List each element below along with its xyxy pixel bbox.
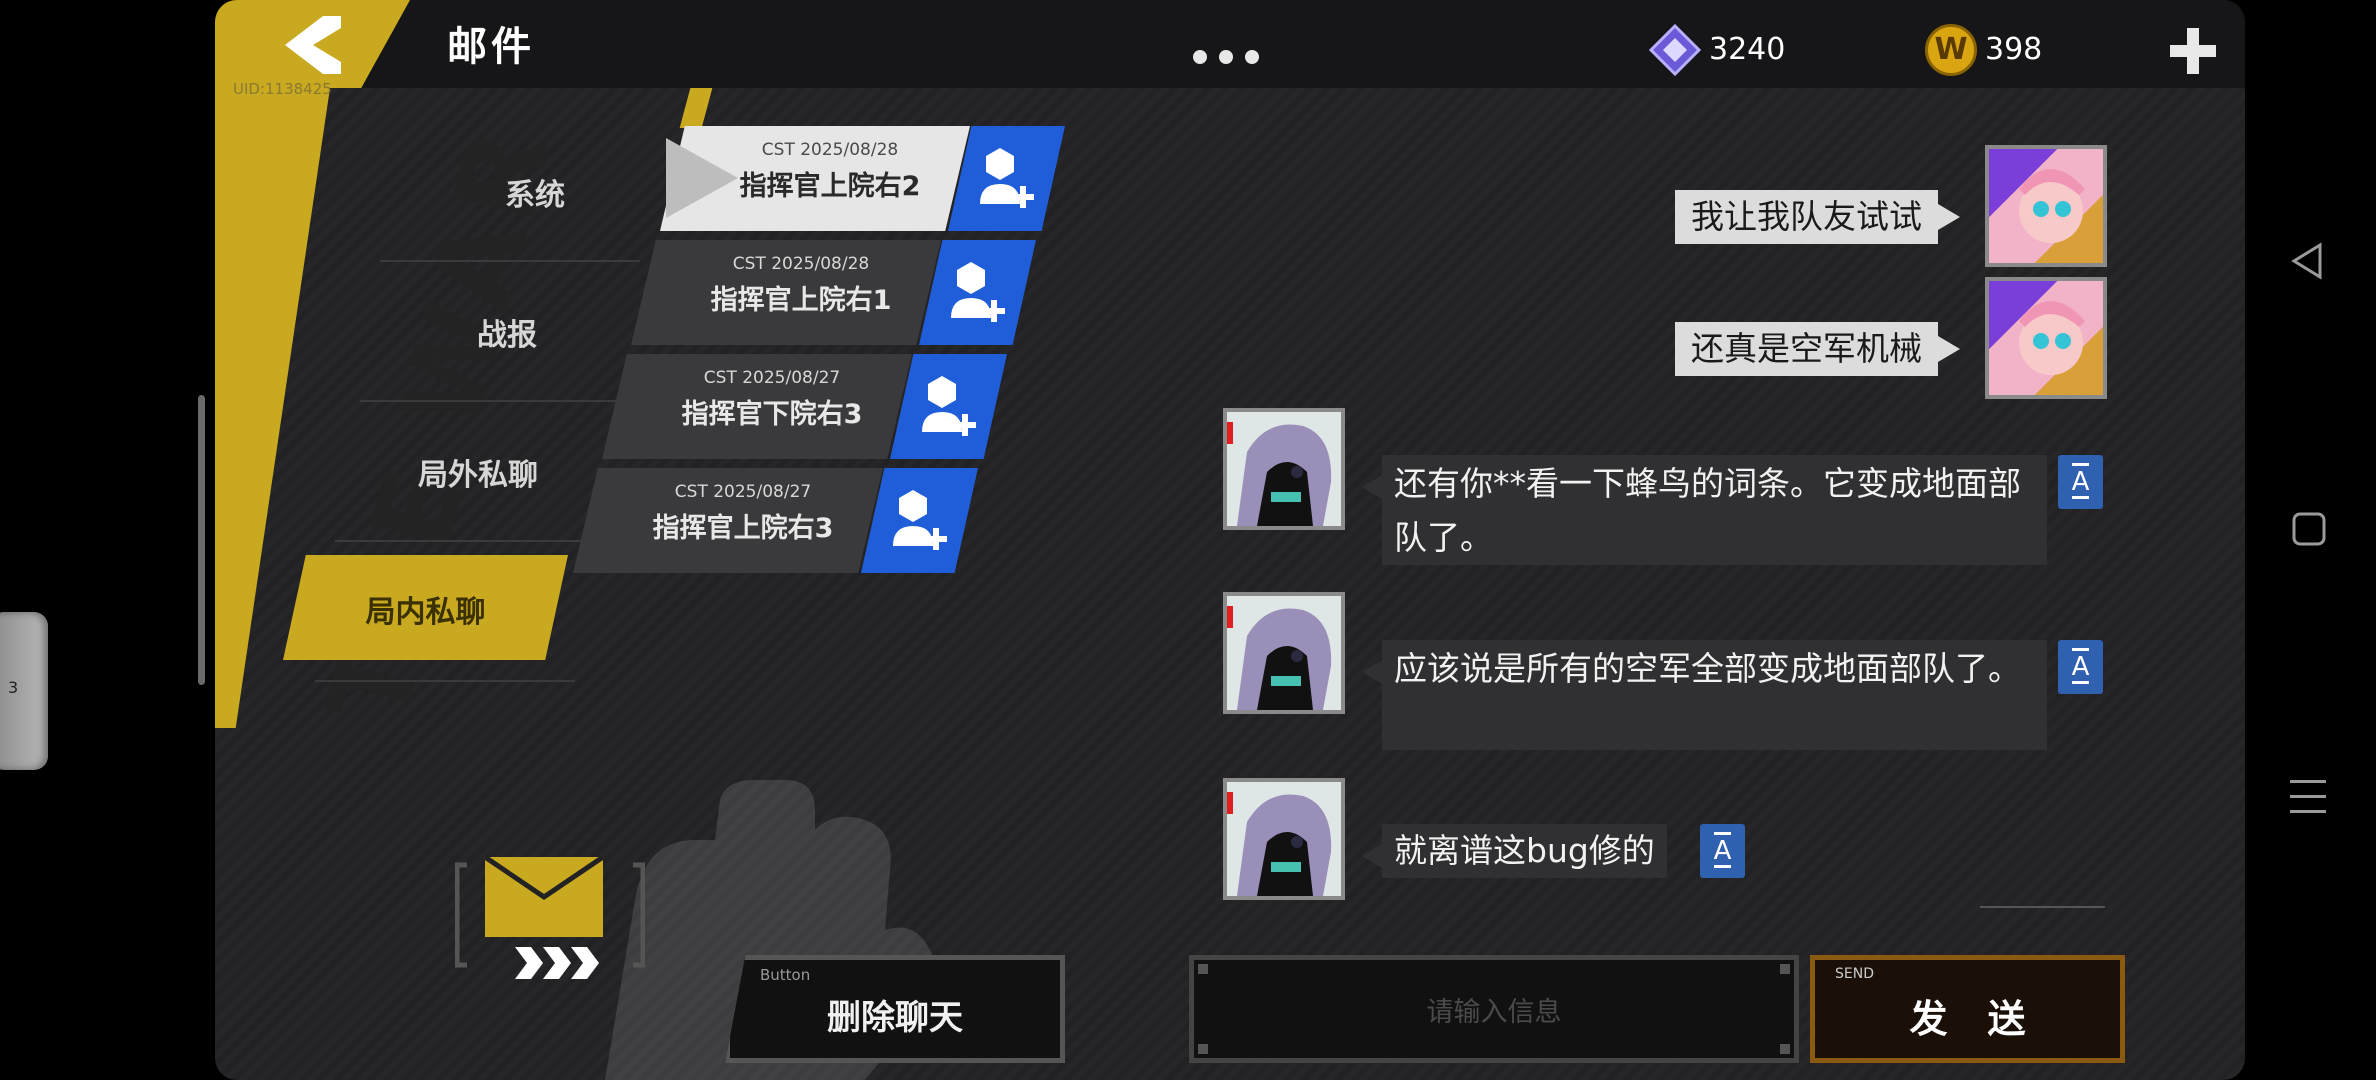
- contact-date: CST 2025/08/27: [674, 482, 812, 502]
- my-message-bubble: 我让我队友试试: [1675, 190, 1960, 244]
- contact-name: 指挥官下院右3: [681, 399, 863, 430]
- send-button[interactable]: SEND 发送: [1810, 955, 2125, 1063]
- contact-name: 指挥官上院右3: [652, 513, 834, 544]
- my-avatar[interactable]: [1985, 145, 2107, 267]
- user-id-label: UID:1138425: [233, 80, 332, 98]
- my-avatar[interactable]: [1985, 277, 2107, 399]
- divider: [335, 540, 595, 542]
- friend-message-bubble: 还有你**看一下蜂鸟的词条。它变成地面部队了。: [1362, 455, 2047, 565]
- category-system[interactable]: 系统: [410, 170, 660, 214]
- more-options-icon[interactable]: [1193, 50, 1259, 64]
- divider: [380, 260, 640, 262]
- contact-date: CST 2025/08/28: [761, 140, 899, 160]
- nav-home-icon[interactable]: [2292, 512, 2326, 546]
- contact-item[interactable]: CST 2025/08/28 指挥官上院右2: [660, 126, 1065, 231]
- side-scroll-indicator: [198, 395, 205, 685]
- contact-name: 指挥官上院右1: [710, 285, 892, 316]
- send-label: 发送: [1909, 997, 2066, 1041]
- category-battle-report[interactable]: 战报: [382, 310, 632, 354]
- nav-recents-icon[interactable]: [2290, 778, 2326, 816]
- mail-window: THE WAR 邮件 3240 W 398 UID:1138425 系统 战报 …: [215, 0, 2245, 1080]
- button-tag: Button: [760, 966, 811, 984]
- contact-name: 指挥官上院右2: [739, 171, 921, 202]
- friend-message-bubble: 应该说是所有的空军全部变成地面部队了。: [1362, 640, 2047, 750]
- add-friend-icon: [980, 148, 1034, 208]
- edge-panel-number: 3: [8, 678, 19, 697]
- contact-date: CST 2025/08/28: [732, 254, 870, 274]
- contact-date: CST 2025/08/27: [703, 368, 841, 388]
- coin-amount: 398: [1985, 32, 2043, 67]
- message-input-placeholder: 请输入信息: [1426, 997, 1562, 1028]
- diamond-amount: 3240: [1709, 32, 1786, 67]
- friend-avatar[interactable]: [1223, 408, 1345, 530]
- translate-button[interactable]: A: [2058, 455, 2103, 509]
- page-title: 邮件: [447, 24, 535, 70]
- edge-panel-handle[interactable]: 3: [0, 612, 48, 770]
- divider: [360, 400, 620, 402]
- friend-avatar[interactable]: [1223, 592, 1345, 714]
- delete-chat-button[interactable]: Button 删除聊天: [725, 955, 1065, 1063]
- category-inner-chat-label: 局内私聊: [365, 595, 486, 630]
- contact-item[interactable]: CST 2025/08/27 指挥官上院右3: [573, 468, 978, 573]
- back-button[interactable]: [215, 0, 410, 88]
- diamond-currency-icon: [1649, 24, 1701, 76]
- send-tag: SEND: [1835, 966, 1874, 982]
- friend-message-bubble: 就离谱这bug修的: [1362, 824, 1667, 878]
- coin-currency-icon: W: [1925, 24, 1977, 76]
- mail-envelope-icon: [455, 855, 645, 979]
- my-message-bubble: 还真是空军机械: [1675, 322, 1960, 376]
- translate-button[interactable]: A: [1700, 824, 1745, 878]
- add-friend-icon: [951, 262, 1005, 322]
- divider: [315, 680, 575, 682]
- category-inner-chat[interactable]: 局内私聊: [283, 555, 568, 660]
- friend-avatar[interactable]: [1223, 778, 1345, 900]
- delete-chat-label: 删除聊天: [827, 998, 963, 1038]
- translate-button[interactable]: A: [2058, 640, 2103, 694]
- category-outer-chat[interactable]: 局外私聊: [353, 450, 603, 494]
- top-bar: 邮件 3240 W 398: [215, 0, 2245, 88]
- add-currency-icon[interactable]: [2170, 28, 2216, 74]
- contact-item[interactable]: CST 2025/08/27 指挥官下院右3: [602, 354, 1007, 459]
- nav-back-icon[interactable]: [2290, 242, 2324, 280]
- add-friend-icon: [922, 376, 976, 436]
- back-arrow-icon: [285, 16, 341, 74]
- contact-item[interactable]: CST 2025/08/28 指挥官上院右1: [631, 240, 1036, 345]
- chat-end-divider: [1980, 906, 2105, 908]
- add-friend-icon: [893, 490, 947, 550]
- message-input[interactable]: 请输入信息: [1189, 955, 1799, 1063]
